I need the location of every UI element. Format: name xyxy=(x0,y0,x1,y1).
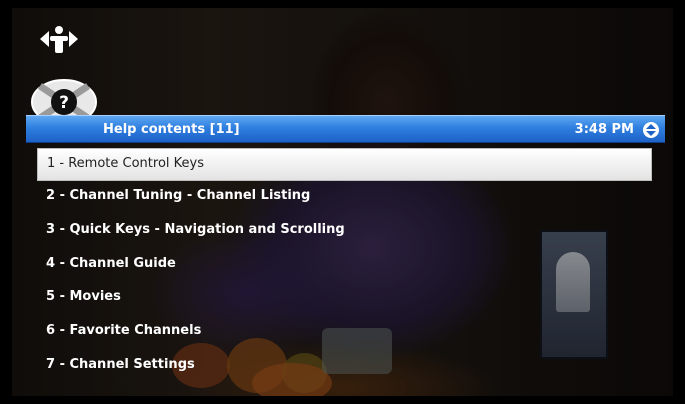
navigation-info-icon xyxy=(40,26,78,53)
tv-screen: ? Help contents [11] 3:48 PM 1 - Remote … xyxy=(0,0,685,404)
menu-item-remote-control-keys[interactable]: 1 - Remote Control Keys xyxy=(37,148,652,181)
menu-item-favorite-channels[interactable]: 6 - Favorite Channels xyxy=(37,316,652,350)
help-title-bar: Help contents [11] 3:48 PM xyxy=(26,115,665,143)
menu-item-channel-tuning[interactable]: 2 - Channel Tuning - Channel Listing xyxy=(37,181,652,215)
menu-item-movies[interactable]: 5 - Movies xyxy=(37,282,652,316)
menu-item-channel-guide[interactable]: 4 - Channel Guide xyxy=(37,249,652,283)
help-topics-list: 1 - Remote Control Keys 2 - Channel Tuni… xyxy=(37,148,652,384)
menu-item-quick-keys[interactable]: 3 - Quick Keys - Navigation and Scrollin… xyxy=(37,215,652,249)
svg-text:?: ? xyxy=(59,93,69,113)
clock: 3:48 PM xyxy=(574,122,634,137)
up-down-arrows-icon[interactable] xyxy=(643,122,659,138)
page-title: Help contents [11] xyxy=(103,122,240,137)
menu-item-channel-settings[interactable]: 7 - Channel Settings xyxy=(37,350,652,384)
